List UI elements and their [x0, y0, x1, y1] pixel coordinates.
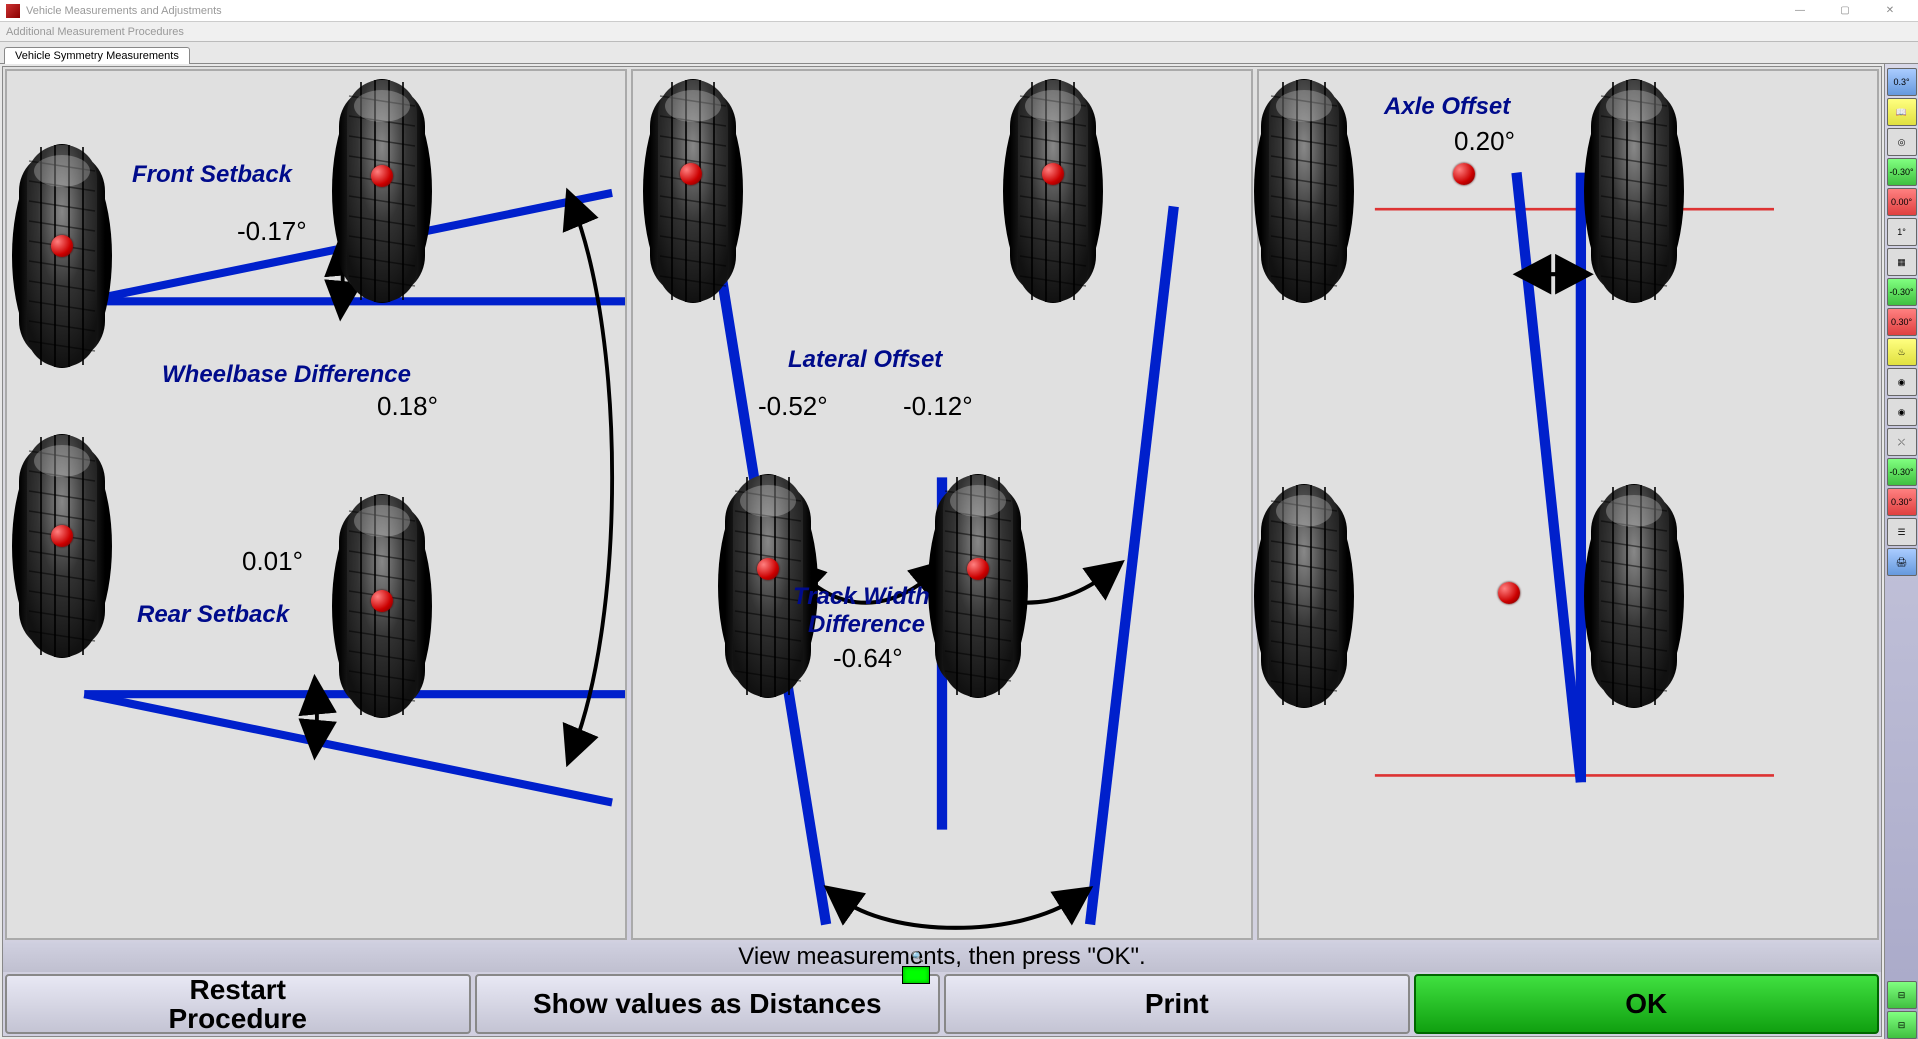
menu-additional-procedures[interactable]: Additional Measurement Procedures — [6, 26, 184, 38]
tool-bars-icon[interactable]: ☰ — [1887, 518, 1917, 546]
point-rear-right — [967, 558, 989, 580]
side-toolbar: 0.3° 📖 ◎ -0.30° 0.00° 1° ▦ -0.30° 0.30° … — [1884, 64, 1918, 1039]
tab-symmetry-measurements[interactable]: Vehicle Symmetry Measurements — [4, 47, 190, 64]
titlebar: Vehicle Measurements and Adjustments — ▢… — [0, 0, 1918, 22]
tire-front-left — [638, 76, 748, 306]
tabbar: Vehicle Symmetry Measurements — [0, 42, 1918, 64]
point-rear-right — [371, 590, 393, 612]
value-track-width: -0.64° — [833, 643, 903, 674]
menubar[interactable]: Additional Measurement Procedures — [0, 22, 1918, 42]
label-rear-setback: Rear Setback — [137, 601, 289, 629]
tool-reading-pos-icon[interactable]: 0.30° — [1887, 308, 1917, 336]
print-button[interactable]: Print — [944, 974, 1410, 1034]
point-rear-left — [757, 558, 779, 580]
panel-axle-offset: Axle Offset 0.20° — [1257, 69, 1879, 940]
tire-front-right — [327, 76, 437, 306]
tool-reading-neg2-icon[interactable]: -0.30° — [1887, 278, 1917, 306]
point-axle-rear — [1498, 582, 1520, 604]
buttonbar: Restart Procedure Show values as Distanc… — [3, 972, 1881, 1036]
maximize-button[interactable]: ▢ — [1823, 1, 1867, 21]
tool-book-icon[interactable]: 📖 — [1887, 98, 1917, 126]
point-rear-left — [51, 525, 73, 547]
label-track-width-1: Track Width — [793, 583, 930, 611]
point-front-right — [1042, 163, 1064, 185]
label-lateral-offset: Lateral Offset — [788, 346, 942, 374]
value-lateral-offset-right: -0.12° — [903, 391, 973, 422]
app-icon — [6, 4, 20, 18]
tool-wheel1-icon[interactable]: ◉ — [1887, 368, 1917, 396]
value-wheelbase-diff: 0.18° — [377, 391, 438, 422]
tool-suspension-icon[interactable]: ♨ — [1887, 338, 1917, 366]
tire-rear-right — [923, 471, 1033, 701]
value-lateral-offset-left: -0.52° — [758, 391, 828, 422]
tool-reading-neg3-icon[interactable]: -0.30° — [1887, 458, 1917, 486]
label-track-width-2: Difference — [808, 611, 925, 639]
label-axle-offset: Axle Offset — [1384, 93, 1510, 121]
tool-reading-one-icon[interactable]: 1° — [1887, 218, 1917, 246]
tool-axle-front-icon[interactable]: ⊟ — [1887, 981, 1917, 1009]
window-title: Vehicle Measurements and Adjustments — [26, 5, 222, 17]
tool-reading-pos2-icon[interactable]: 0.30° — [1887, 488, 1917, 516]
tire-front-left — [1249, 76, 1359, 306]
panel-lateral-track: Lateral Offset -0.52° -0.12° Track Width… — [631, 69, 1253, 940]
label-front-setback: Front Setback — [132, 161, 292, 189]
tire-rear-left — [1249, 481, 1359, 711]
ok-button[interactable]: OK — [1414, 974, 1880, 1034]
magnifier-icon: 🔍 — [912, 952, 924, 963]
tire-front-right — [998, 76, 1108, 306]
minimize-button[interactable]: — — [1778, 1, 1822, 21]
value-axle-offset: 0.20° — [1454, 126, 1515, 157]
point-axle-front — [1453, 163, 1475, 185]
tool-reading-neg-icon[interactable]: -0.30° — [1887, 158, 1917, 186]
show-values-distances-button[interactable]: Show values as Distances 🔍 — [475, 974, 941, 1034]
point-front-right — [371, 165, 393, 187]
tool-wheel2-icon[interactable]: ◉ — [1887, 398, 1917, 426]
value-rear-setback: 0.01° — [242, 546, 303, 577]
label-wheelbase-diff: Wheelbase Difference — [162, 361, 411, 389]
panel-setback-wheelbase: Front Setback -0.17° Wheelbase Differenc… — [5, 69, 627, 940]
close-button[interactable]: ✕ — [1868, 1, 1912, 21]
status-led-icon — [902, 966, 930, 984]
instruction-text: View measurements, then press "OK". — [3, 942, 1881, 972]
restart-procedure-button[interactable]: Restart Procedure — [5, 974, 471, 1034]
point-front-left — [51, 235, 73, 257]
tire-front-right — [1579, 76, 1689, 306]
point-front-left — [680, 163, 702, 185]
tool-printer-icon[interactable]: 🖨 — [1887, 548, 1917, 576]
value-front-setback: -0.17° — [237, 216, 307, 247]
tool-reading-zero-icon[interactable]: 0.00° — [1887, 188, 1917, 216]
tool-target-icon[interactable]: ◎ — [1887, 128, 1917, 156]
tool-axle-rear-icon[interactable]: ⊟ — [1887, 1011, 1917, 1039]
tool-voltage-icon[interactable]: 0.3° — [1887, 68, 1917, 96]
tire-rear-right — [1579, 481, 1689, 711]
tool-grid-icon[interactable]: ▦ — [1887, 248, 1917, 276]
tool-camber-icon[interactable]: ⤬ — [1887, 428, 1917, 456]
